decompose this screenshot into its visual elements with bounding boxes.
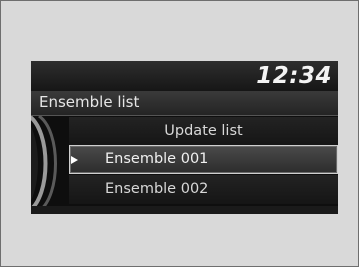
title-bar: Ensemble list bbox=[31, 91, 338, 116]
clock: 12:34 bbox=[256, 63, 332, 89]
page-title: Ensemble list bbox=[39, 93, 140, 111]
display-screen: 12:34 Ensemble list Update list Ensemble… bbox=[31, 61, 338, 214]
list-item-label: Update list bbox=[164, 123, 243, 139]
list-item-label: Ensemble 001 bbox=[105, 151, 209, 167]
list-item-update-list[interactable]: Update list bbox=[69, 117, 338, 146]
pointer-arrow-icon bbox=[71, 156, 78, 164]
figure-frame: 12:34 Ensemble list Update list Ensemble… bbox=[0, 0, 359, 267]
list-item-ensemble-002[interactable]: Ensemble 002 bbox=[69, 175, 338, 204]
bottom-bar bbox=[31, 206, 338, 214]
status-bar: 12:34 bbox=[31, 61, 338, 91]
list-item-ensemble-001[interactable]: Ensemble 001 bbox=[69, 145, 338, 174]
selector-knob-icon bbox=[31, 116, 57, 211]
list-item-label: Ensemble 002 bbox=[105, 181, 209, 197]
